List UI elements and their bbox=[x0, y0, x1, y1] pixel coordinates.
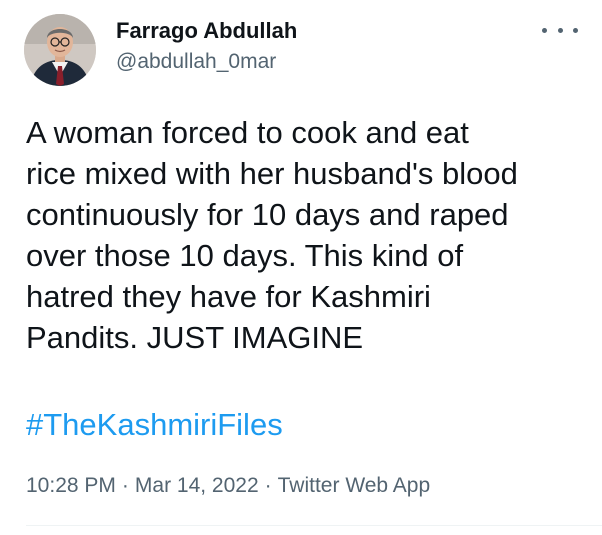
hashtag-link[interactable]: #TheKashmiriFiles bbox=[26, 404, 283, 445]
tweet-date[interactable]: Mar 14, 2022 bbox=[135, 474, 259, 497]
tweet-text-line: Pandits. JUST IMAGINE bbox=[26, 320, 364, 355]
more-horizontal-icon bbox=[542, 27, 547, 33]
divider bbox=[26, 525, 602, 526]
more-horizontal-icon-dot bbox=[557, 27, 563, 33]
more-horizontal-icon-dot bbox=[573, 27, 578, 33]
tweet: Farrago Abdullah @abdullah_0mar A woman … bbox=[0, 0, 602, 535]
author-display-name[interactable]: Farrago Abdullah bbox=[116, 18, 297, 44]
tweet-text-line: over those 10 days. This kind of bbox=[26, 238, 464, 273]
tweet-time[interactable]: 10:28 PM bbox=[26, 474, 116, 497]
author-handle[interactable]: @abdullah_0mar bbox=[116, 50, 276, 74]
tweet-text-line: A woman forced to cook and eat bbox=[26, 115, 469, 150]
tweet-text-line: hatred they have for Kashmiri bbox=[26, 279, 431, 314]
more-options-button[interactable] bbox=[542, 20, 578, 40]
meta-separator: · bbox=[264, 474, 272, 497]
tweet-text-line: rice mixed with her husband's blood bbox=[26, 156, 518, 191]
tweet-source[interactable]: Twitter Web App bbox=[278, 474, 431, 497]
tweet-metadata: 10:28 PM · Mar 14, 2022 · Twitter Web App bbox=[26, 474, 430, 498]
tweet-text-line: continuously for 10 days and raped bbox=[26, 197, 509, 232]
meta-separator: · bbox=[121, 474, 129, 497]
tweet-text: A woman forced to cook and eat rice mixe… bbox=[26, 112, 592, 358]
avatar[interactable] bbox=[24, 14, 96, 86]
